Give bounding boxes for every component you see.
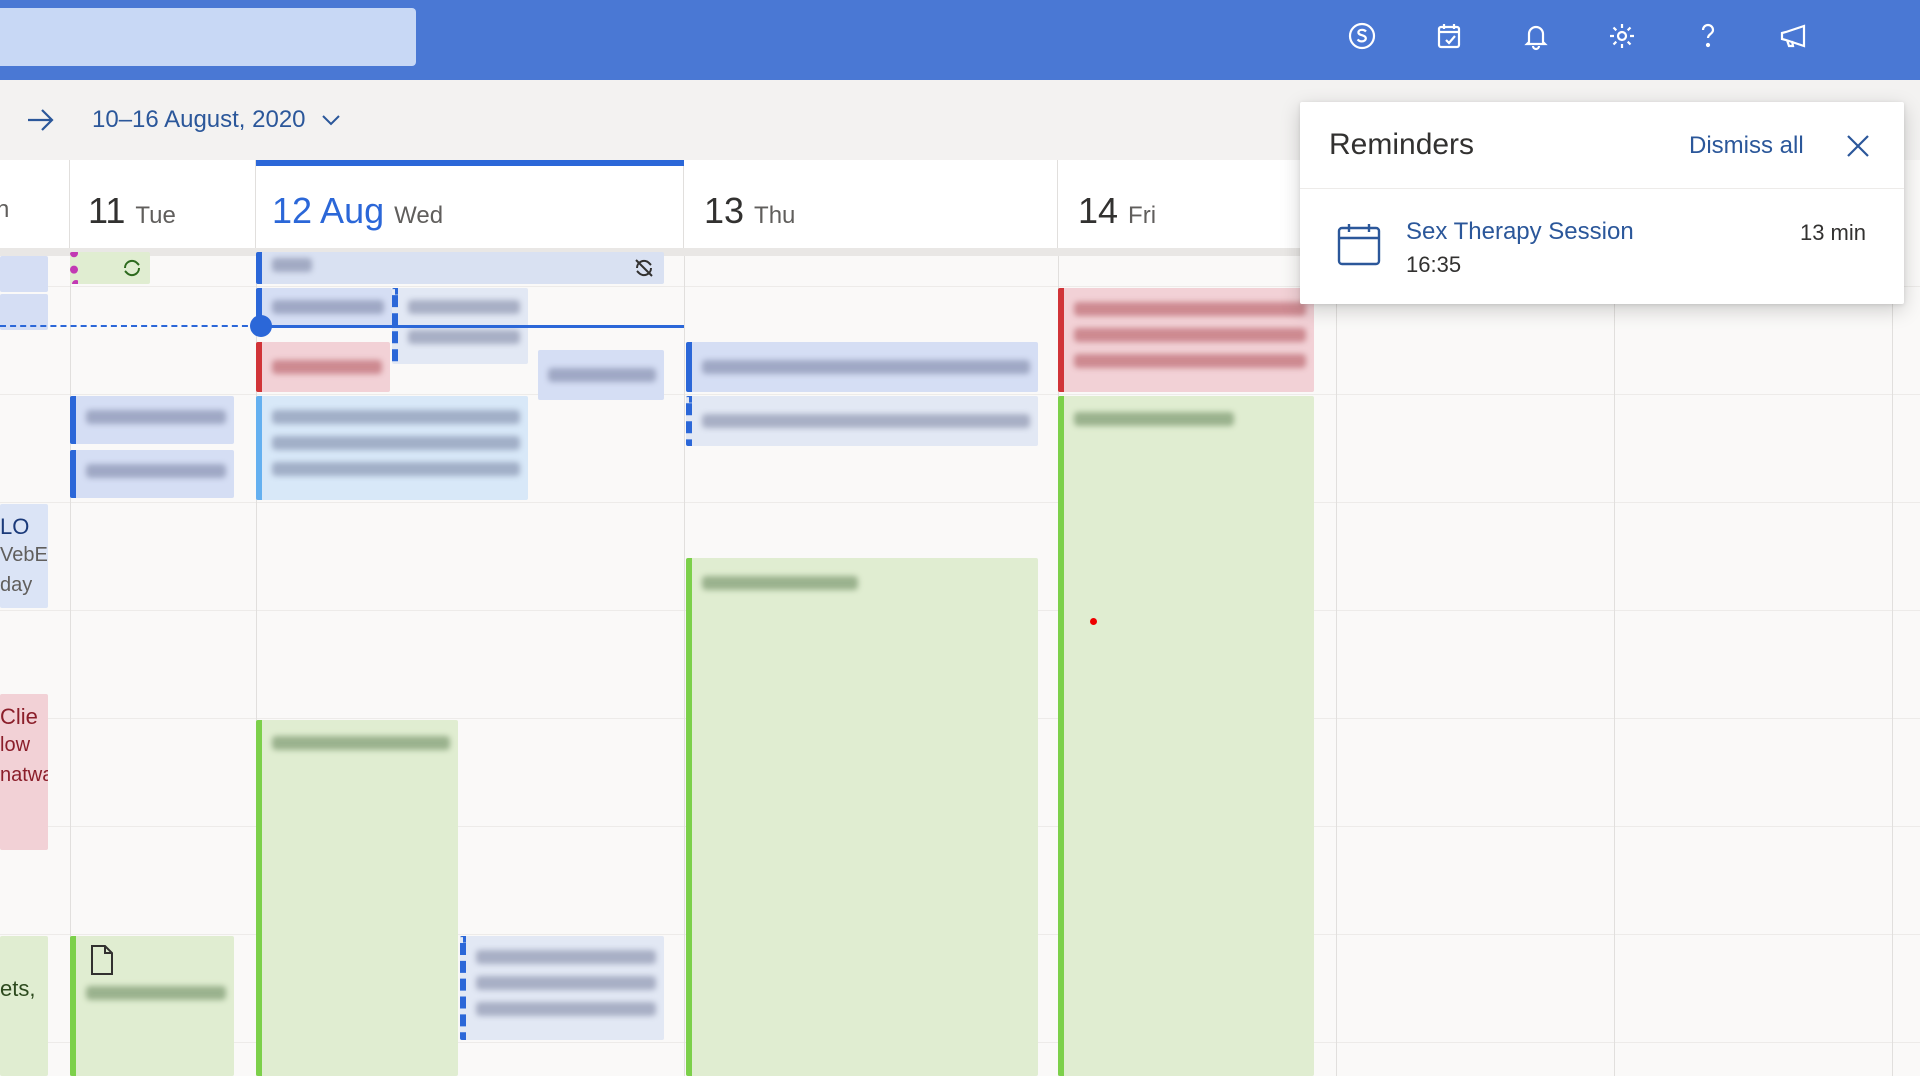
current-time-line-today: [260, 325, 684, 328]
day-header-tue[interactable]: 11 Tue: [70, 160, 256, 250]
bell-icon[interactable]: [1514, 14, 1558, 58]
close-icon[interactable]: [1840, 128, 1876, 164]
day-header-mon: n: [0, 160, 70, 250]
skype-icon[interactable]: [1340, 14, 1384, 58]
chevron-down-icon: [321, 115, 340, 126]
dismiss-all-button[interactable]: Dismiss all: [1689, 132, 1804, 160]
recurring-icon: [123, 259, 141, 277]
calendar-event[interactable]: LO VebE day: [0, 504, 48, 608]
date-range-picker[interactable]: 10–16 August, 2020: [92, 106, 342, 134]
date-range-label: 10–16 August, 2020: [92, 106, 306, 133]
reminder-event-time: 16:35: [1406, 252, 1462, 277]
calendar-event[interactable]: [70, 252, 150, 284]
calendar-event[interactable]: [256, 396, 528, 500]
today-indicator: [256, 160, 684, 166]
calendar-event[interactable]: [1058, 396, 1314, 1076]
day-header-wed[interactable]: 12 Aug Wed: [256, 160, 684, 250]
calendar-event[interactable]: [686, 396, 1038, 446]
calendar-event[interactable]: ets,: [0, 936, 48, 1076]
calendar-icon: [1336, 222, 1382, 268]
calendar-event[interactable]: [538, 350, 664, 400]
calendar-event[interactable]: [256, 342, 390, 392]
calendar-event[interactable]: [0, 256, 48, 292]
reminders-panel: Reminders Dismiss all Sex Therapy Sessio…: [1300, 102, 1904, 304]
megaphone-icon[interactable]: [1772, 14, 1816, 58]
calendar-event[interactable]: Clie low natwa: [0, 694, 48, 850]
current-time-line: [0, 325, 258, 327]
document-icon: [91, 945, 113, 975]
day-header-fri[interactable]: 14 Fri: [1058, 160, 1338, 250]
calendar-event[interactable]: [70, 450, 234, 498]
next-week-button[interactable]: [18, 100, 62, 140]
calendar-event[interactable]: [70, 936, 234, 1076]
help-icon[interactable]: [1686, 14, 1730, 58]
day-header-thu[interactable]: 13 Thu: [684, 160, 1058, 250]
calendar-event[interactable]: [686, 558, 1038, 1076]
calendar-event[interactable]: [70, 396, 234, 444]
reminder-event-title[interactable]: Sex Therapy Session: [1406, 218, 1634, 246]
todo-icon[interactable]: [1428, 14, 1472, 58]
current-time-dot: [250, 315, 272, 337]
calendar-event[interactable]: [1058, 288, 1314, 392]
calendar-event[interactable]: [686, 342, 1038, 392]
marker-dot: [1090, 618, 1097, 625]
calendar-event[interactable]: [256, 252, 664, 284]
reminder-due-in: 13 min: [1799, 220, 1866, 245]
gear-icon[interactable]: [1600, 14, 1644, 58]
search-input[interactable]: [0, 8, 416, 66]
divider: [1300, 188, 1904, 189]
calendar-event[interactable]: [256, 288, 392, 328]
calendar-event[interactable]: [460, 936, 664, 1040]
calendar-event[interactable]: [256, 720, 458, 1076]
recurring-off-icon: [635, 259, 653, 277]
reminders-title: Reminders: [1329, 128, 1475, 161]
app-header: [0, 0, 1920, 80]
